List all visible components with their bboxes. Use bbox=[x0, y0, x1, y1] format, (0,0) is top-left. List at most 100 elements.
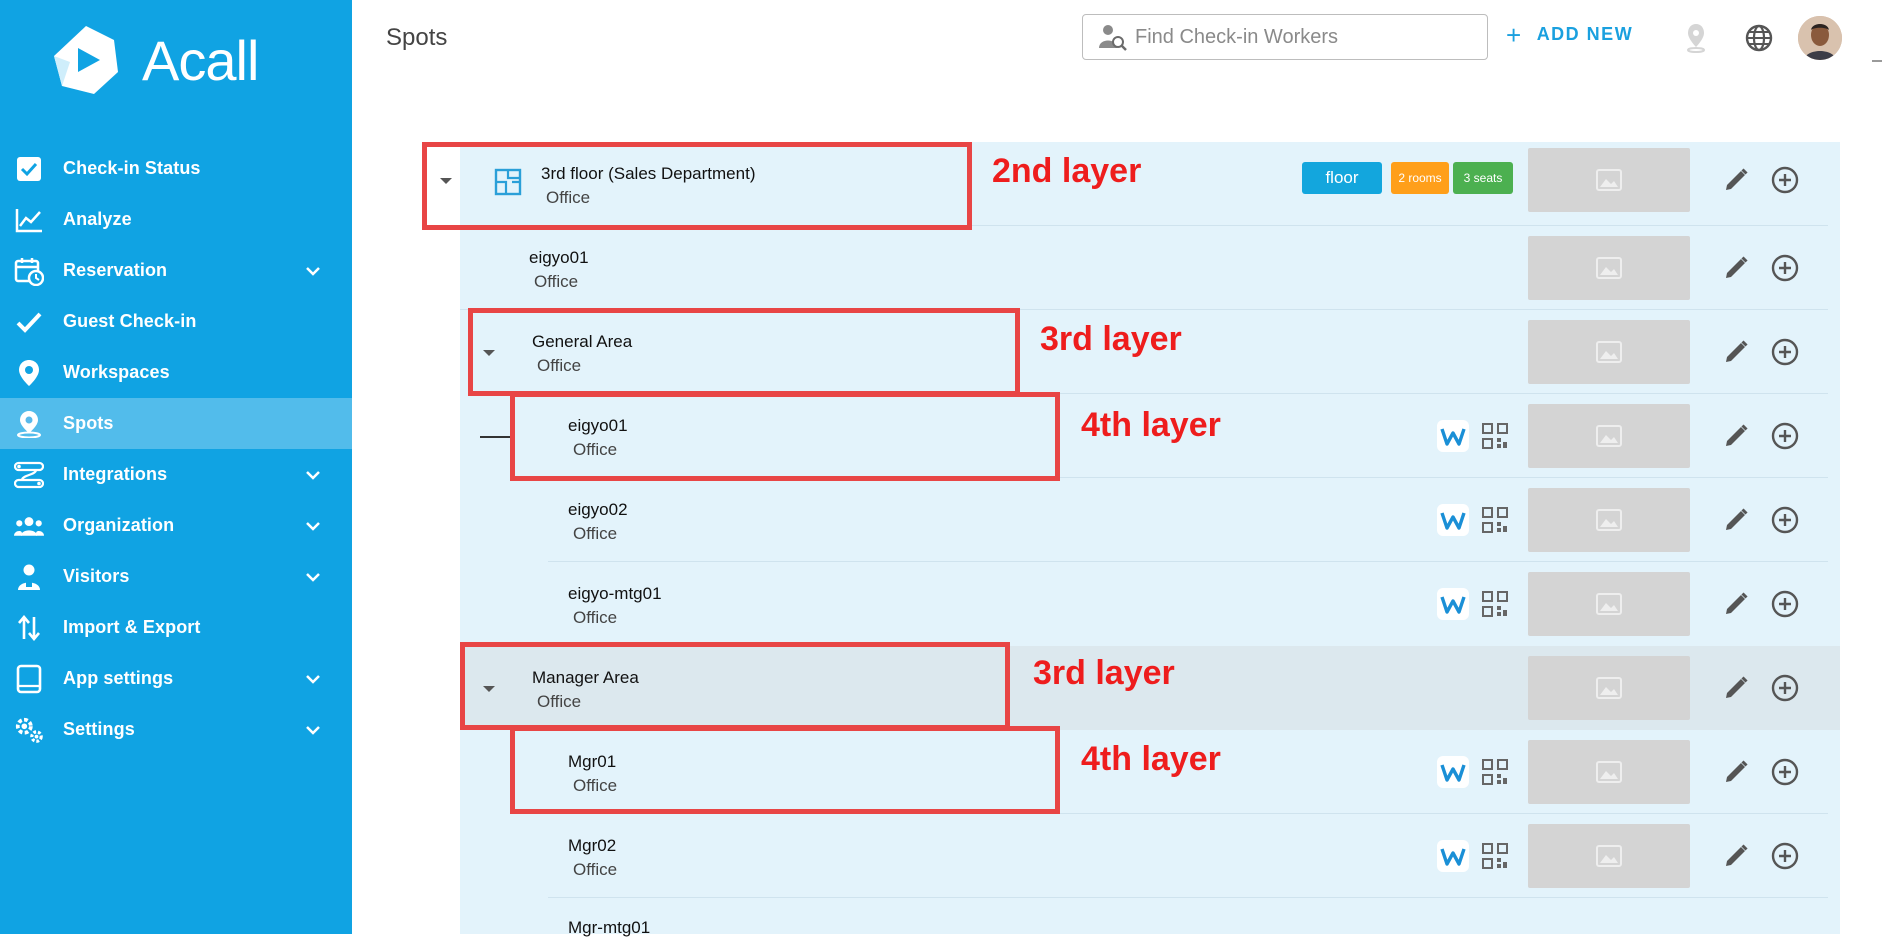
image-placeholder[interactable] bbox=[1528, 740, 1690, 804]
sidebar-item-label: Analyze bbox=[63, 209, 132, 229]
sidebar-item-import-export[interactable]: Import & Export bbox=[0, 602, 352, 653]
qr-code-icon[interactable] bbox=[1482, 591, 1508, 617]
image-placeholder[interactable] bbox=[1528, 148, 1690, 212]
add-circle-icon[interactable] bbox=[1770, 165, 1800, 195]
w-logo-icon[interactable] bbox=[1437, 420, 1469, 452]
tree-row-seat[interactable]: eigyo02 Office bbox=[460, 478, 1840, 562]
tree-row-seat[interactable]: eigyo-mtg01 Office bbox=[460, 562, 1840, 646]
add-circle-icon[interactable] bbox=[1770, 421, 1800, 451]
image-placeholder[interactable] bbox=[1528, 824, 1690, 888]
edit-pencil-icon[interactable] bbox=[1722, 254, 1750, 282]
sidebar-item-workspaces[interactable]: Workspaces bbox=[0, 347, 352, 398]
sidebar-item-spots[interactable]: Spots bbox=[0, 398, 352, 449]
qr-code-icon[interactable] bbox=[1482, 843, 1508, 869]
image-icon bbox=[1596, 677, 1622, 699]
image-placeholder[interactable] bbox=[1528, 656, 1690, 720]
chevron-down-icon[interactable] bbox=[304, 262, 322, 280]
sidebar-item-organization[interactable]: Organization bbox=[0, 500, 352, 551]
qr-code-icon[interactable] bbox=[1482, 507, 1508, 533]
edit-pencil-icon[interactable] bbox=[1722, 758, 1750, 786]
row-subtitle: Office bbox=[534, 272, 579, 291]
globe-icon[interactable] bbox=[1743, 22, 1775, 54]
add-circle-icon[interactable] bbox=[1770, 337, 1800, 367]
sidebar-item-app-settings[interactable]: App settings bbox=[0, 653, 352, 704]
image-placeholder[interactable] bbox=[1528, 572, 1690, 636]
badge-rooms: 2 rooms bbox=[1391, 162, 1449, 194]
plus-icon: + bbox=[1506, 19, 1523, 50]
add-circle-icon[interactable] bbox=[1770, 505, 1800, 535]
w-logo-icon[interactable] bbox=[1437, 588, 1469, 620]
image-placeholder[interactable] bbox=[1528, 488, 1690, 552]
sidebar-item-check-in-status[interactable]: Check-in Status bbox=[0, 143, 352, 194]
person-search-icon bbox=[1099, 25, 1127, 51]
sidebar: Acall Check-in Status Analyze Reservatio… bbox=[0, 0, 352, 934]
add-new-button[interactable]: + ADD NEW bbox=[1506, 19, 1633, 50]
annotation-box-layer-3 bbox=[460, 642, 1010, 730]
chevron-down-icon[interactable] bbox=[304, 670, 322, 688]
chevron-down-icon[interactable] bbox=[304, 721, 322, 739]
group-icon bbox=[14, 511, 44, 541]
sidebar-item-label: Guest Check-in bbox=[63, 311, 197, 331]
sidebar-item-label: Workspaces bbox=[63, 362, 170, 382]
edit-pencil-icon[interactable] bbox=[1722, 674, 1750, 702]
tree-row-seat[interactable]: Mgr-mtg01 bbox=[460, 898, 1840, 937]
avatar[interactable] bbox=[1798, 16, 1842, 60]
chevron-down-icon[interactable] bbox=[304, 568, 322, 586]
sidebar-item-label: App settings bbox=[63, 668, 174, 688]
add-circle-icon[interactable] bbox=[1770, 757, 1800, 787]
add-circle-icon[interactable] bbox=[1770, 253, 1800, 283]
sidebar-item-label: Spots bbox=[63, 413, 114, 433]
add-circle-icon[interactable] bbox=[1770, 841, 1800, 871]
checkbox-icon bbox=[14, 154, 44, 184]
sidebar-item-reservation[interactable]: Reservation bbox=[0, 245, 352, 296]
tree-row-spot[interactable]: eigyo01 Office bbox=[460, 226, 1840, 310]
annotation-label: 4th layer bbox=[1081, 740, 1221, 778]
qr-code-icon[interactable] bbox=[1482, 759, 1508, 785]
annotation-label: 4th layer bbox=[1081, 406, 1221, 444]
sidebar-item-guest-check-in[interactable]: Guest Check-in bbox=[0, 296, 352, 347]
search-input[interactable] bbox=[1133, 24, 1477, 50]
annotation-box-layer-4 bbox=[510, 726, 1060, 814]
search-box[interactable] bbox=[1082, 14, 1488, 60]
sidebar-item-settings[interactable]: Settings bbox=[0, 704, 352, 755]
sidebar-item-analyze[interactable]: Analyze bbox=[0, 194, 352, 245]
edit-pencil-icon[interactable] bbox=[1722, 590, 1750, 618]
integrations-icon bbox=[14, 460, 44, 490]
sidebar-item-label: Integrations bbox=[63, 464, 168, 484]
acall-logo[interactable]: Acall bbox=[48, 22, 308, 98]
spots-tree: 3rd floor (Sales Department) Office floo… bbox=[440, 142, 1840, 937]
badge-floor: floor bbox=[1302, 162, 1382, 194]
add-circle-icon[interactable] bbox=[1770, 589, 1800, 619]
edit-pencil-icon[interactable] bbox=[1722, 842, 1750, 870]
edit-pencil-icon[interactable] bbox=[1722, 422, 1750, 450]
image-placeholder[interactable] bbox=[1528, 404, 1690, 468]
row-title: eigyo-mtg01 bbox=[568, 584, 662, 603]
visitor-icon bbox=[14, 562, 44, 592]
row-subtitle: Office bbox=[573, 860, 618, 879]
qr-code-icon[interactable] bbox=[1482, 423, 1508, 449]
import-export-icon bbox=[14, 613, 44, 643]
chevron-down-icon[interactable] bbox=[304, 466, 322, 484]
image-icon bbox=[1596, 257, 1622, 279]
location-pin-icon[interactable] bbox=[1680, 22, 1712, 54]
sidebar-item-label: Visitors bbox=[63, 566, 130, 586]
image-placeholder[interactable] bbox=[1528, 236, 1690, 300]
w-logo-icon[interactable] bbox=[1437, 840, 1469, 872]
edit-pencil-icon[interactable] bbox=[1722, 166, 1750, 194]
sidebar-nav: Check-in Status Analyze Reservation Gues… bbox=[0, 143, 352, 755]
tree-connector bbox=[480, 436, 514, 438]
w-logo-icon[interactable] bbox=[1437, 756, 1469, 788]
checkmark-icon bbox=[14, 307, 44, 337]
row-subtitle: Office bbox=[573, 524, 618, 543]
sidebar-item-integrations[interactable]: Integrations bbox=[0, 449, 352, 500]
edit-pencil-icon[interactable] bbox=[1722, 506, 1750, 534]
w-logo-icon[interactable] bbox=[1437, 504, 1469, 536]
chevron-down-icon[interactable] bbox=[304, 517, 322, 535]
tree-row-seat[interactable]: Mgr02 Office bbox=[460, 814, 1840, 898]
sidebar-item-visitors[interactable]: Visitors bbox=[0, 551, 352, 602]
acall-logo-mark-icon bbox=[54, 26, 118, 94]
edit-pencil-icon[interactable] bbox=[1722, 338, 1750, 366]
add-circle-icon[interactable] bbox=[1770, 673, 1800, 703]
image-placeholder[interactable] bbox=[1528, 320, 1690, 384]
row-title: eigyo02 bbox=[568, 500, 628, 519]
